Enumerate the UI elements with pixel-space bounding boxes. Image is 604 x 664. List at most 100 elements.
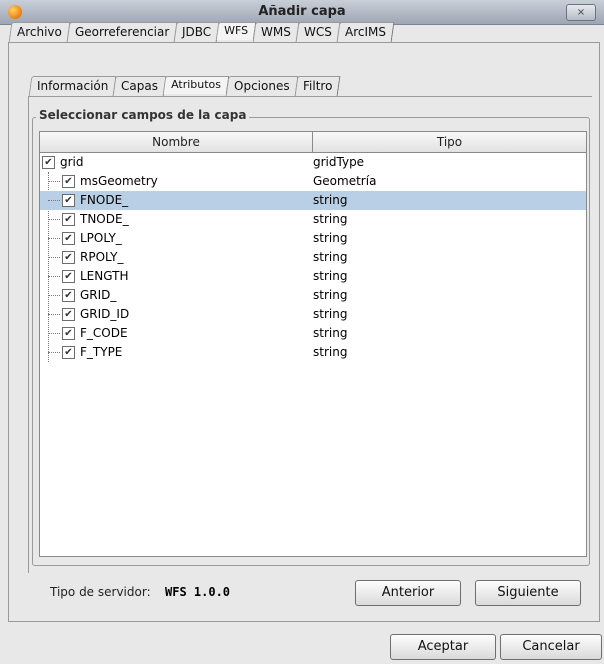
- subtab-atributos[interactable]: Atributos: [163, 76, 230, 94]
- field-checkbox[interactable]: ✔: [62, 213, 75, 226]
- tab-label: ArcIMS: [345, 25, 387, 39]
- subtab-label: Opciones: [234, 79, 290, 93]
- table-header: Nombre Tipo: [40, 132, 586, 153]
- field-name: TNODE_: [80, 212, 129, 226]
- tree-branch: [48, 276, 60, 277]
- field-type: Geometría: [313, 174, 377, 188]
- field-type: gridType: [313, 155, 365, 169]
- table-row[interactable]: ✔ RPOLY_ string: [40, 248, 586, 267]
- field-name: LPOLY_: [80, 231, 122, 245]
- field-name: grid: [60, 155, 84, 169]
- check-icon: ✔: [44, 157, 53, 168]
- subtab-label: Filtro: [302, 79, 333, 93]
- server-type-value: WFS 1.0.0: [165, 585, 231, 599]
- field-name: F_TYPE: [80, 345, 123, 359]
- field-type: string: [313, 345, 348, 359]
- field-type: string: [313, 326, 348, 340]
- check-icon: ✔: [64, 195, 73, 206]
- tab-wms[interactable]: WMS: [252, 22, 300, 42]
- field-name: GRID_: [80, 288, 117, 302]
- field-checkbox[interactable]: ✔: [62, 346, 75, 359]
- field-type: string: [313, 269, 348, 283]
- field-checkbox[interactable]: ✔: [62, 270, 75, 283]
- field-checkbox[interactable]: ✔: [62, 175, 75, 188]
- field-name: FNODE_: [80, 193, 129, 207]
- subtab-capas[interactable]: Capas: [112, 76, 167, 96]
- previous-button[interactable]: Anterior: [355, 580, 461, 606]
- accept-button[interactable]: Aceptar: [390, 634, 496, 660]
- table-row[interactable]: ✔ LENGTH string: [40, 267, 586, 286]
- field-name: msGeometry: [80, 174, 158, 188]
- check-icon: ✔: [64, 252, 73, 263]
- table-row[interactable]: ✔ F_CODE string: [40, 324, 586, 343]
- cancel-button[interactable]: Cancelar: [500, 634, 602, 660]
- tab-georreferenciar[interactable]: Georreferenciar: [66, 22, 178, 42]
- tab-label: Georreferenciar: [74, 25, 170, 39]
- subtab-informaci-n[interactable]: Información: [28, 76, 117, 96]
- close-button[interactable]: ×: [566, 4, 596, 21]
- window-title: Añadir capa: [258, 4, 346, 19]
- tab-arcims[interactable]: ArcIMS: [336, 22, 395, 42]
- check-icon: ✔: [64, 328, 73, 339]
- field-checkbox[interactable]: ✔: [62, 289, 75, 302]
- table-row[interactable]: ✔ F_TYPE string: [40, 343, 586, 362]
- field-name: RPOLY_: [80, 250, 124, 264]
- tree-branch: [48, 257, 60, 258]
- check-icon: ✔: [64, 347, 73, 358]
- field-type: string: [313, 288, 348, 302]
- fields-group-title: Seleccionar campos de la capa: [36, 108, 250, 122]
- next-button[interactable]: Siguiente: [475, 580, 581, 606]
- table-row[interactable]: ✔ TNODE_ string: [40, 210, 586, 229]
- field-checkbox[interactable]: ✔: [42, 156, 55, 169]
- check-icon: ✔: [64, 290, 73, 301]
- table-row[interactable]: ✔ FNODE_ string: [40, 191, 586, 210]
- check-icon: ✔: [64, 176, 73, 187]
- tab-archivo[interactable]: Archivo: [8, 22, 71, 42]
- tab-jdbc[interactable]: JDBC: [173, 22, 220, 42]
- tab-wcs[interactable]: WCS: [295, 22, 341, 42]
- check-icon: ✔: [64, 233, 73, 244]
- tab-label: Archivo: [17, 25, 62, 39]
- field-type: string: [313, 212, 348, 226]
- tree-branch: [48, 333, 60, 334]
- top-tab-bar: Archivo Georreferenciar JDBC WFS WMS WCS ArcIM…: [8, 22, 395, 42]
- field-checkbox[interactable]: ✔: [62, 327, 75, 340]
- field-name: F_CODE: [80, 326, 128, 340]
- field-name: LENGTH: [80, 269, 129, 283]
- field-checkbox[interactable]: ✔: [62, 251, 75, 264]
- sub-tab-bar: Información Capas Atributos Opciones Filtro: [28, 76, 341, 96]
- table-row[interactable]: ✔ msGeometry Geometría: [40, 172, 586, 191]
- check-icon: ✔: [64, 309, 73, 320]
- tab-label: WCS: [304, 25, 333, 39]
- tab-label: JDBC: [182, 25, 212, 39]
- field-name: GRID_ID: [80, 307, 130, 321]
- field-checkbox[interactable]: ✔: [62, 232, 75, 245]
- field-checkbox[interactable]: ✔: [62, 308, 75, 321]
- field-type: string: [313, 231, 348, 245]
- subtab-filtro[interactable]: Filtro: [294, 76, 341, 96]
- check-icon: ✔: [64, 214, 73, 225]
- tab-wfs[interactable]: WFS: [216, 22, 257, 40]
- field-checkbox[interactable]: ✔: [62, 194, 75, 207]
- table-body: ✔ grid gridType ✔ msGeometry Geometría ✔ FNODE_…: [40, 153, 586, 362]
- field-type: string: [313, 250, 348, 264]
- tree-branch: [48, 200, 60, 201]
- field-type: string: [313, 307, 348, 321]
- field-type: string: [313, 193, 348, 207]
- tree-branch: [48, 352, 60, 353]
- column-header-name[interactable]: Nombre: [40, 132, 313, 152]
- subtab-opciones[interactable]: Opciones: [225, 76, 299, 96]
- fields-table[interactable]: Nombre Tipo ✔ grid gridType ✔ msGeometry Geom…: [39, 131, 587, 557]
- table-row[interactable]: ✔ GRID_ID string: [40, 305, 586, 324]
- subtab-label: Información: [37, 79, 109, 93]
- tree-branch: [48, 181, 60, 182]
- subtab-label: Capas: [121, 79, 159, 93]
- table-row[interactable]: ✔ grid gridType: [40, 153, 586, 172]
- table-row[interactable]: ✔ LPOLY_ string: [40, 229, 586, 248]
- tree-branch: [48, 295, 60, 296]
- column-header-type[interactable]: Tipo: [313, 132, 586, 152]
- tree-branch: [48, 219, 60, 220]
- tree-branch: [48, 238, 60, 239]
- check-icon: ✔: [64, 271, 73, 282]
- table-row[interactable]: ✔ GRID_ string: [40, 286, 586, 305]
